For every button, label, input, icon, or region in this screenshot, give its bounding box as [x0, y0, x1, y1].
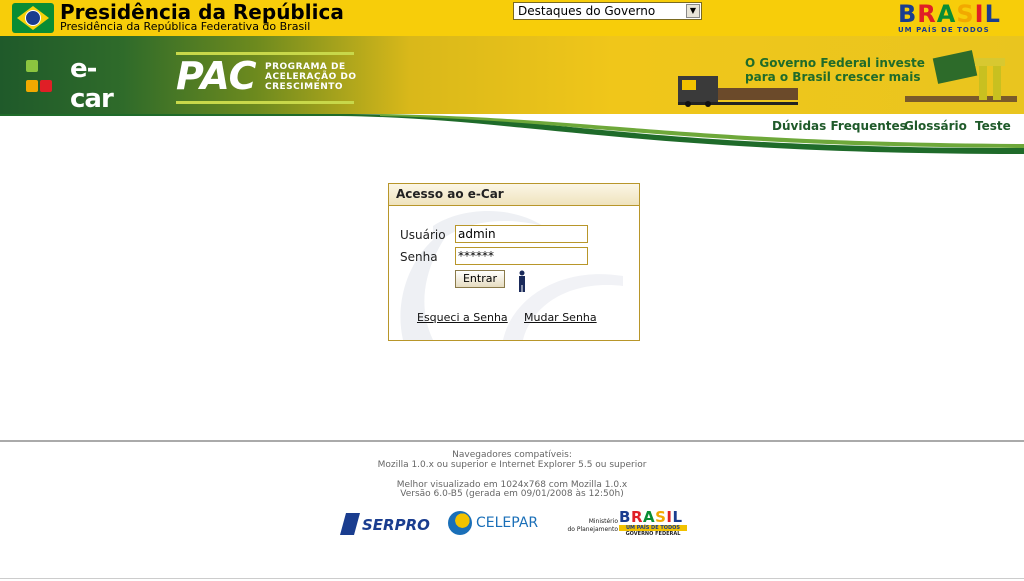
serpro-logo[interactable]: SERPRO [340, 512, 430, 536]
ministerio-logo[interactable]: Ministério do Planejamento [562, 518, 618, 536]
crane-image [905, 50, 1017, 102]
pac-logo: PAC [176, 54, 257, 98]
nav-link-duvidas[interactable]: Dúvidas Frequentes [772, 119, 907, 133]
chevron-down-icon[interactable]: ▼ [686, 4, 700, 18]
footer-bottom-divider [0, 578, 1024, 579]
nav-link-teste[interactable]: Teste [975, 119, 1011, 133]
footer-divider [0, 440, 1024, 442]
change-password-link[interactable]: Mudar Senha [524, 311, 597, 324]
government-bar: Presidência da República Presidência da … [0, 0, 1024, 36]
destaques-select-value: Destaques do Governo [518, 4, 656, 18]
login-panel: Acesso ao e-Car Usuário admin Senha ****… [388, 183, 640, 341]
celepar-logo[interactable]: CELEPAR [448, 511, 540, 535]
forgot-password-link[interactable]: Esqueci a Senha [417, 311, 508, 324]
ecar-logo-text: e-car [70, 54, 114, 114]
destaques-select[interactable]: Destaques do Governo ▼ [513, 2, 702, 20]
pac-divider-bottom [176, 101, 354, 104]
serpro-icon [340, 513, 360, 535]
footer-version: Versão 6.0-B5 (gerada em 09/01/2008 às 1… [400, 489, 624, 499]
password-label: Senha [400, 250, 438, 264]
banner-tagline: O Governo Federal investe para o Brasil … [745, 56, 925, 84]
footer-browsers-list: Mozilla 1.0.x ou superior e Internet Exp… [377, 460, 647, 470]
password-input[interactable]: ****** [455, 247, 588, 265]
government-subtitle: Presidência da República Federativa do B… [60, 20, 311, 33]
brasil-logo-word: BRASIL [898, 0, 1001, 28]
nav-link-glossario[interactable]: Glossário [904, 119, 967, 133]
login-button[interactable]: Entrar [455, 270, 505, 288]
brasil-footer-logo[interactable]: BRASIL UM PAÍS DE TODOS GOVERNO FEDERAL [619, 510, 687, 538]
celepar-icon [448, 511, 472, 535]
brasil-footer-word: BRASIL [619, 508, 683, 526]
footer-browsers-title: Navegadores compatíveis: [452, 450, 572, 460]
user-input[interactable]: admin [455, 225, 588, 243]
person-icon [519, 270, 525, 292]
pac-subtitle: PROGRAMA DE ACELERAÇÃO DO CRESCIMENTO [265, 62, 357, 92]
ecar-logo[interactable]: e-car [26, 54, 130, 114]
login-title: Acesso ao e-Car [389, 184, 639, 206]
brasil-logo[interactable]: BRASIL UM PAÍS DE TODOS [898, 2, 1016, 34]
brazil-flag-icon [12, 3, 54, 33]
user-label: Usuário [400, 228, 446, 242]
